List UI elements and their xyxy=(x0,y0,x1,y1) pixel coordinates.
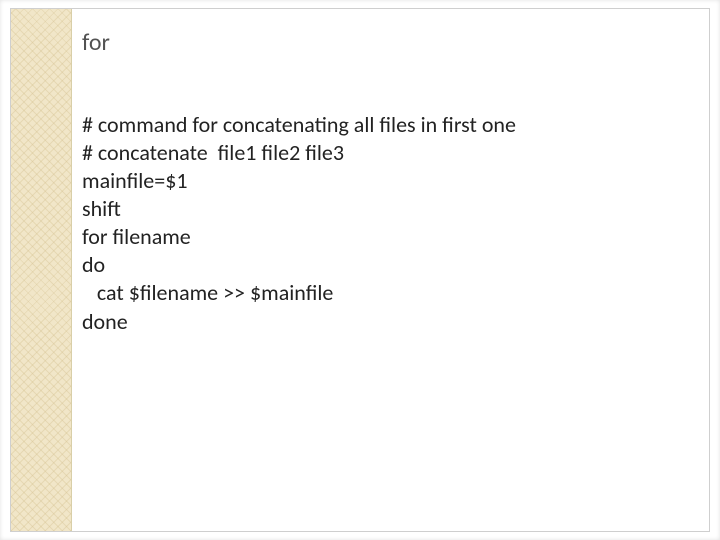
code-line: cat $filename >> $mainfile xyxy=(82,279,333,306)
code-line: for filename xyxy=(82,223,191,250)
code-block: # command for concatenating all files in… xyxy=(82,82,700,364)
code-line: do xyxy=(82,251,105,278)
code-line: shift xyxy=(82,195,121,222)
code-line: # concatenate file1 file2 file3 xyxy=(82,139,344,166)
decorative-stripe xyxy=(10,8,72,532)
code-line: done xyxy=(82,308,128,335)
code-line: mainfile=$1 xyxy=(82,167,188,194)
content-area: for # command for concatenating all file… xyxy=(82,30,700,364)
slide-title: for xyxy=(82,30,700,56)
slide-container: for # command for concatenating all file… xyxy=(0,0,720,540)
code-line: # command for concatenating all files in… xyxy=(82,111,516,138)
